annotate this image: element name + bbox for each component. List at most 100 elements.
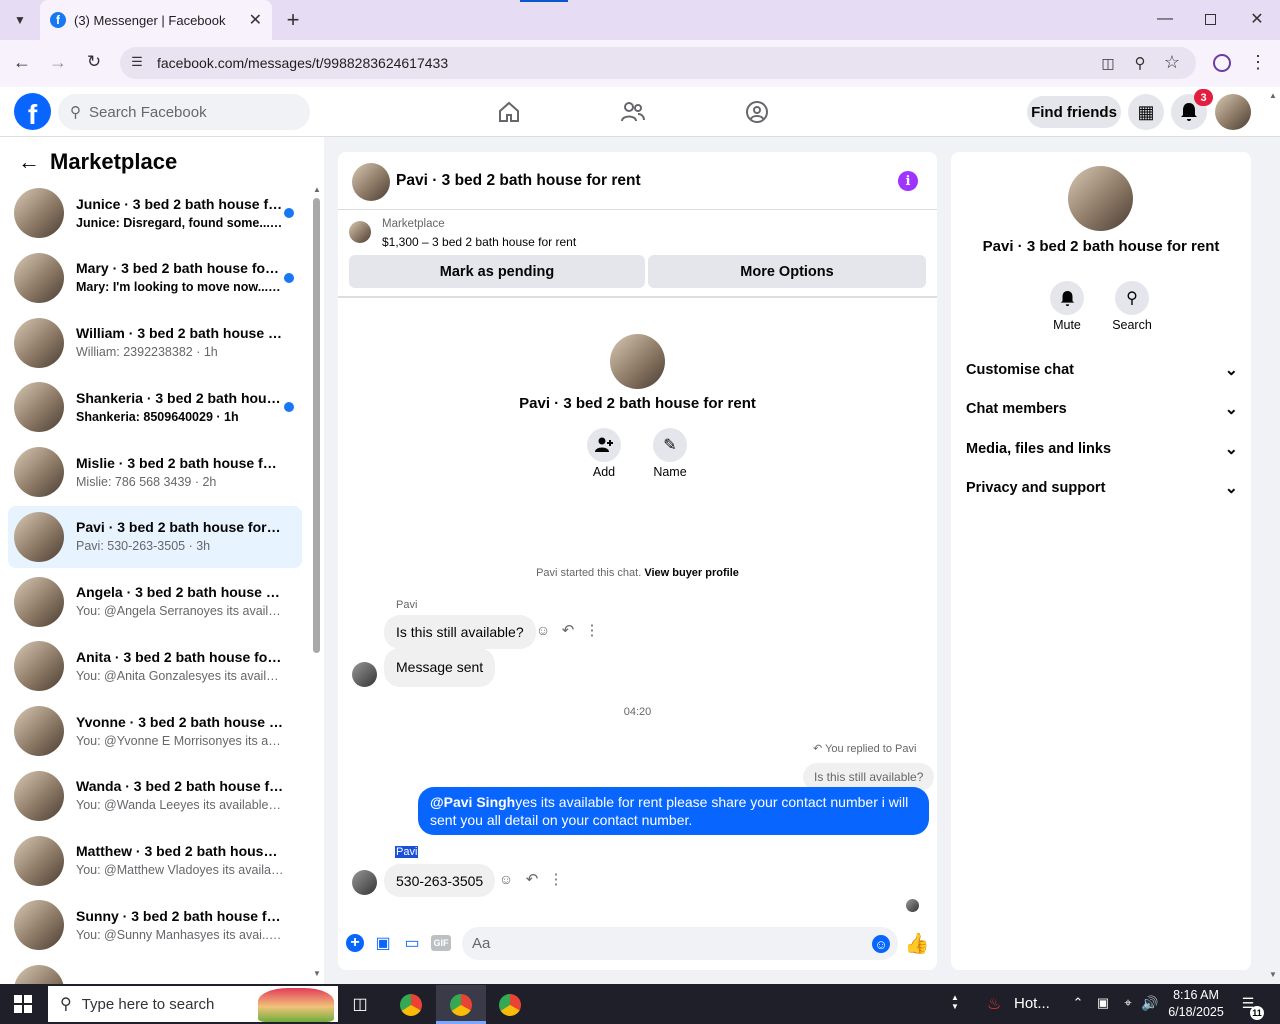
react-emoji-icon[interactable]: ☺ [498,871,514,887]
conversation-item[interactable]: Shankeria · 3 bed 2 bath hous... Shankeri… [8,376,302,438]
back-arrow-icon[interactable]: ← [18,149,40,174]
windows-start-icon[interactable] [14,995,32,1013]
minimize-icon[interactable]: — [1156,10,1174,28]
conversation-preview: William: 2392238382 · 1h [76,343,284,361]
pencil-icon[interactable]: ✎ [653,428,687,462]
site-settings-icon[interactable]: ☰ [128,53,146,71]
conversation-item[interactable]: Angela · 3 bed 2 bath house for ... You: … [8,571,302,633]
info-section-label: Chat members [966,401,1067,417]
profile-icon[interactable] [1213,54,1231,72]
reload-icon[interactable]: ↻ [84,52,104,72]
conversation-item[interactable]: Mary · 3 bed 2 bath house for ... Mary: I… [8,247,302,309]
taskbar-scroll-icon[interactable]: ▲ ▼ [950,985,960,1019]
page-scroll-down-icon[interactable]: ▼ [1268,969,1278,979]
task-view-icon[interactable]: ◫ [350,994,370,1014]
browser-tab[interactable]: f (3) Messenger | Facebook ✕ [40,0,272,40]
message-input[interactable]: Aa [462,927,898,960]
mention[interactable]: @Pavi Singh [430,794,515,810]
info-section-row[interactable]: Customise chat ⌄ [966,360,1238,380]
conversation-item[interactable]: William · 3 bed 2 bath house for... Willi… [8,312,302,374]
forward-arrow-icon[interactable]: → [48,52,68,72]
incoming-message[interactable]: Is this still available? [384,615,536,649]
facebook-logo-icon[interactable]: f [14,93,51,130]
reply-icon[interactable]: ↶ [524,871,540,888]
more-options-button[interactable]: More Options [648,255,926,288]
chrome-icon[interactable] [400,994,422,1016]
info-section-row[interactable]: Chat members ⌄ [966,399,1238,419]
sender-avatar[interactable] [352,662,377,687]
conversation-item[interactable]: Yvonne · 3 bed 2 bath house for... You: @… [8,700,302,762]
chat-center-avatar[interactable] [610,334,665,389]
tab-list-chevron-icon[interactable]: ▼ [10,11,30,29]
chrome-profile-icon[interactable] [450,994,472,1016]
gif-icon[interactable]: GIF [431,935,451,951]
weather-text[interactable]: Hot... [1014,995,1050,1012]
listing-thumbnail[interactable] [349,221,371,243]
conversation-item[interactable]: Sunny · 3 bed 2 bath house fo... You: @Su… [8,894,302,956]
image-icon[interactable]: ▣ [374,934,392,952]
home-icon[interactable] [497,100,521,124]
chat-header-avatar[interactable] [352,163,390,201]
sidebar-scrollbar[interactable] [313,198,320,653]
chat-title[interactable]: Pavi · 3 bed 2 bath house for rent [396,172,641,190]
clock-date: 6/18/2025 [1168,1005,1224,1019]
conversation-item[interactable]: Wanda · 3 bed 2 bath house for ... You: @… [8,765,302,827]
find-friends-button[interactable]: Find friends [1027,96,1121,128]
clock[interactable]: 8:16 AM 6/18/2025 [1164,987,1228,1021]
url-text[interactable]: facebook.com/messages/t/9988283624617433 [157,53,448,73]
facebook-search-input[interactable]: ⚲ Search Facebook [58,94,310,130]
outgoing-message[interactable]: @Pavi Singhyes its available for rent pl… [418,787,929,835]
incoming-message[interactable]: Message sent [384,648,496,687]
conversation-text: Yvonne · 3 bed 2 bath house for... You: @… [76,713,284,750]
info-icon[interactable]: i [898,171,918,191]
conversation-item[interactable]: Pavi · 3 bed 2 bath house for rent Pavi: … [8,505,302,568]
wifi-icon[interactable]: ⌖ [1120,994,1136,1012]
reply-small-icon: ↶ [813,743,826,755]
sender-avatar[interactable] [352,870,377,895]
add-person-icon[interactable] [587,428,621,462]
chrome-profile-icon[interactable] [499,994,521,1016]
info-section-row[interactable]: Privacy and support ⌄ [966,478,1238,498]
emoji-icon[interactable]: ☺ [872,935,890,953]
sticker-icon[interactable]: ▭ [403,934,421,952]
zoom-icon[interactable]: ⚲ [1130,53,1150,73]
listing-price[interactable]: $1,300 – 3 bed 2 bath house for rent [382,235,576,249]
menu-grid-icon[interactable]: ▦ [1128,94,1164,130]
groups-icon[interactable] [745,100,769,124]
mark-as-pending-button[interactable]: Mark as pending [349,255,645,288]
scroll-up-icon[interactable]: ▲ [312,184,322,194]
back-arrow-icon[interactable]: ← [12,52,32,72]
react-emoji-icon[interactable]: ☺ [535,622,551,638]
account-avatar[interactable] [1215,94,1251,130]
view-buyer-profile-link[interactable]: View buyer profile [644,567,739,579]
incoming-message[interactable]: 530-263-3505 [384,864,496,897]
scroll-down-icon[interactable]: ▼ [312,968,322,978]
browser-menu-icon[interactable]: ⋮ [1249,52,1267,72]
info-section-row[interactable]: Media, files and links ⌄ [966,439,1238,459]
volume-icon[interactable]: 🔊 [1141,994,1158,1012]
info-panel-avatar[interactable] [1068,166,1133,231]
maximize-icon[interactable] [1205,14,1216,25]
device-icon[interactable]: ▣ [1095,994,1111,1012]
thermometer-icon[interactable]: ♨ [984,993,1004,1015]
bookmark-star-icon[interactable]: ☆ [1162,52,1182,72]
conversation-item[interactable]: Mislie · 3 bed 2 bath house for r... Misl… [8,441,302,503]
conversation-item[interactable]: Junice · 3 bed 2 bath house fo... Junice:… [8,182,302,244]
conversation-time: 3h [196,539,211,554]
page-scroll-up-icon[interactable]: ▲ [1268,90,1278,100]
conversation-item[interactable]: Matthew · 3 bed 2 bath house f... You: @M… [8,830,302,892]
mute-bell-icon[interactable] [1050,281,1084,315]
more-actions-icon[interactable]: ⋮ [549,871,564,888]
window-close-icon[interactable]: ✕ [1248,10,1266,28]
tab-close-icon[interactable]: ✕ [249,10,262,30]
install-app-icon[interactable]: ◫ [1098,53,1118,73]
search-icon[interactable]: ⚲ [1115,281,1149,315]
friends-icon[interactable] [620,100,646,124]
plus-icon[interactable]: + [346,934,364,952]
conversation-item[interactable]: Anita · 3 bed 2 bath house for r... You: … [8,635,302,697]
thumbs-up-icon[interactable]: 👍 [905,932,930,955]
tray-chevron-icon[interactable]: ⌃ [1070,994,1086,1012]
new-tab-plus-icon[interactable]: + [283,7,303,32]
reply-icon[interactable]: ↶ [560,622,576,639]
more-actions-icon[interactable]: ⋮ [585,622,600,639]
